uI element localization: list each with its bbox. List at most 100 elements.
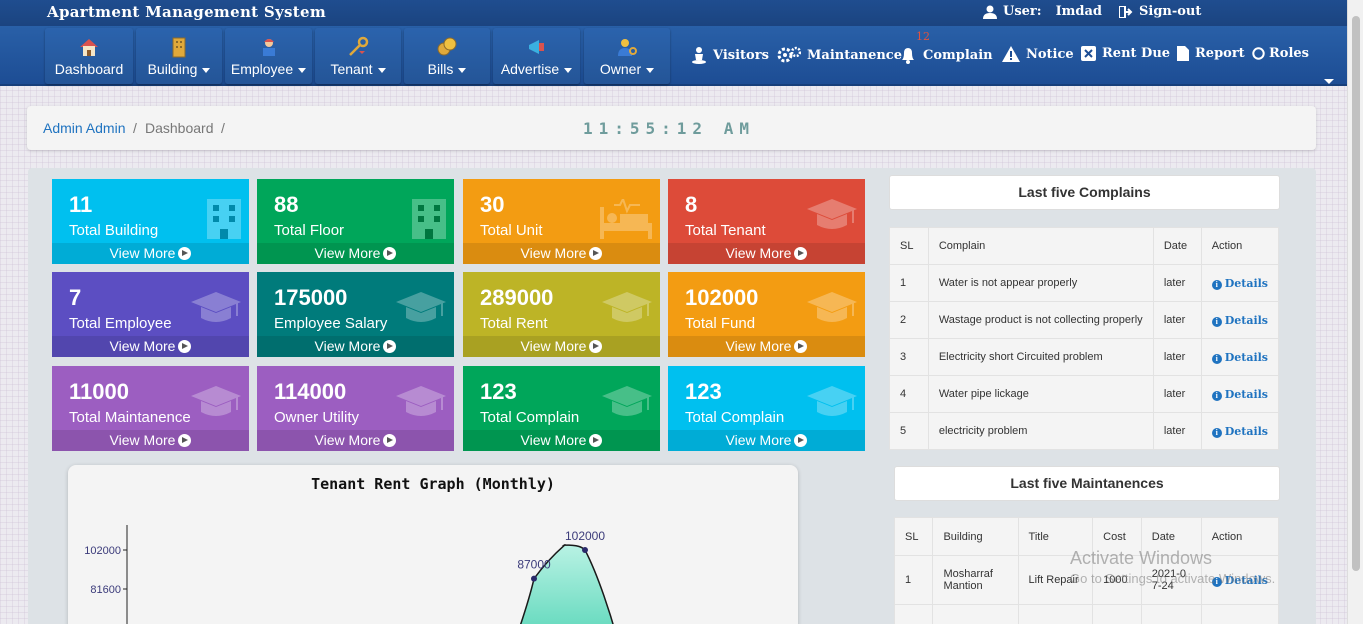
cell-date: later xyxy=(1152,375,1202,413)
col-sl: SL xyxy=(893,517,934,556)
clock: 11:55:12 AM xyxy=(583,119,755,138)
nav-tenant[interactable]: Tenant xyxy=(315,28,401,84)
stat-title: Employee Salary xyxy=(274,315,388,332)
view-more-link[interactable]: View More xyxy=(668,336,865,357)
arrow-circle-right-icon xyxy=(794,434,808,447)
stat-title: Total Fund xyxy=(685,315,756,332)
sign-out-link[interactable]: Sign-out xyxy=(1119,4,1201,19)
stat-value: 123 xyxy=(685,379,722,404)
view-more-label: View More xyxy=(109,338,176,354)
info-icon: i xyxy=(1211,427,1222,438)
nav-report[interactable]: Report xyxy=(1177,46,1245,61)
nav-dashboard[interactable]: Dashboard xyxy=(45,28,133,84)
details-link[interactable]: iDetails xyxy=(1211,351,1268,364)
view-more-link[interactable]: View More xyxy=(257,336,454,357)
stat-title: Total Employee xyxy=(69,315,172,332)
file-icon xyxy=(1177,46,1189,61)
cell-building: Mosharraf Mantion xyxy=(932,555,1019,605)
user-icon xyxy=(983,5,997,19)
data-point xyxy=(531,575,537,582)
view-more-link[interactable]: View More xyxy=(668,243,865,264)
stat-card: 123 Total Complain View More xyxy=(668,366,865,451)
nav-advertise-label: Advertise xyxy=(500,61,560,77)
graduation-cap-icon xyxy=(191,386,241,425)
table-row: 2MosharrafElectric10002021iDetails xyxy=(893,604,1280,624)
vertical-scrollbar[interactable] xyxy=(1347,0,1363,624)
details-label: Details xyxy=(1224,313,1268,327)
view-more-link[interactable]: View More xyxy=(52,430,249,451)
cell-date: 2021 xyxy=(1140,604,1202,624)
cell-date: later xyxy=(1152,412,1202,450)
view-more-link[interactable]: View More xyxy=(463,336,660,357)
complain-badge: 12 xyxy=(916,30,930,43)
nav-visitors[interactable]: Visitors xyxy=(691,46,769,64)
stat-card: 289000 Total Rent View More xyxy=(463,272,660,357)
stat-title: Total Rent xyxy=(480,315,548,332)
watermark-line2: Go to Settings to activate Windows. xyxy=(1070,571,1276,586)
view-more-link[interactable]: View More xyxy=(668,430,865,451)
table-row: 1 Water is not appear properly later i Detai… xyxy=(889,264,1280,302)
stat-value: 114000 xyxy=(274,379,347,404)
details-link[interactable]: iDetails xyxy=(1211,425,1268,438)
breadcrumb-home-link[interactable]: Admin Admin xyxy=(43,120,125,136)
nav-advertise[interactable]: Advertise xyxy=(493,28,580,84)
scrollbar-thumb[interactable] xyxy=(1352,16,1360,571)
view-more-link[interactable]: View More xyxy=(463,243,660,264)
stat-title: Total Complain xyxy=(480,409,580,426)
view-more-label: View More xyxy=(109,245,176,261)
view-more-link[interactable]: View More xyxy=(52,336,249,357)
details-link[interactable]: iDetails xyxy=(1211,277,1268,290)
nav-owner[interactable]: Owner xyxy=(584,28,670,84)
stat-title: Total Maintanence xyxy=(69,409,191,426)
arrow-circle-right-icon xyxy=(589,247,603,260)
nav-roles[interactable]: Roles xyxy=(1252,46,1309,61)
view-more-link[interactable]: View More xyxy=(463,430,660,451)
building-icon xyxy=(172,37,186,58)
cell-sl: 1 xyxy=(889,264,929,302)
stat-card: 102000 Total Fund View More xyxy=(668,272,865,357)
stat-title: Total Tenant xyxy=(685,222,766,239)
cell-sl: 2 xyxy=(893,604,934,624)
rent-chart-svg: 102000 81600 87000 102000 xyxy=(84,525,614,624)
table-row: 2 Wastage product is not collecting prope… xyxy=(889,301,1280,339)
graduation-cap-icon xyxy=(396,386,446,425)
activate-windows-watermark: Activate Windows Go to Settings to activ… xyxy=(1070,548,1275,586)
cell-building: Mosharraf xyxy=(932,604,1019,624)
nav-complain[interactable]: 12 Complain xyxy=(899,30,993,64)
stat-card: 11000 Total Maintanence View More xyxy=(52,366,249,451)
app-title: Apartment Management System xyxy=(47,3,327,21)
cell-sl: 5 xyxy=(889,412,929,450)
nav-maintanence[interactable]: Maintanence xyxy=(777,46,902,64)
coins-icon xyxy=(437,37,457,56)
user-info[interactable]: User: Imdad xyxy=(983,4,1102,19)
arrow-circle-right-icon xyxy=(794,247,808,260)
sign-out-icon xyxy=(1119,5,1133,18)
nav-bills[interactable]: Bills xyxy=(404,28,490,84)
stat-title: Total Complain xyxy=(685,409,785,426)
view-more-link[interactable]: View More xyxy=(257,243,454,264)
cell-sl: 4 xyxy=(889,375,929,413)
complains-header: Last five Complains xyxy=(889,175,1280,210)
details-link[interactable]: iDetails xyxy=(1211,388,1268,401)
nav-employee[interactable]: Employee xyxy=(225,28,312,84)
nav-more-chevron-down-icon[interactable] xyxy=(1324,79,1334,84)
stat-title: Total Building xyxy=(69,222,159,239)
chevron-down-icon xyxy=(377,67,386,73)
nav-building[interactable]: Building xyxy=(136,28,222,84)
stat-card: 175000 Employee Salary View More xyxy=(257,272,454,357)
rent-area-series xyxy=(519,544,614,624)
data-label: 102000 xyxy=(565,529,605,543)
nav-rent-due[interactable]: Rent Due xyxy=(1081,46,1170,61)
view-more-link[interactable]: View More xyxy=(257,430,454,451)
nav-complain-label: Complain xyxy=(923,47,993,63)
details-link[interactable]: iDetails xyxy=(1211,313,1268,327)
cell-action: iDetails xyxy=(1200,338,1280,376)
breadcrumb: Admin Admin / Dashboard / 11:55:12 AM xyxy=(27,106,1316,150)
nav-tenant-label: Tenant xyxy=(330,61,373,77)
cell-complain: Electricity short Circuited problem xyxy=(927,338,1154,376)
view-more-link[interactable]: View More xyxy=(52,243,249,264)
arrow-circle-right-icon xyxy=(589,340,603,353)
arrow-circle-right-icon xyxy=(383,340,397,353)
nav-notice[interactable]: Notice xyxy=(1002,46,1074,62)
data-point xyxy=(582,547,588,553)
